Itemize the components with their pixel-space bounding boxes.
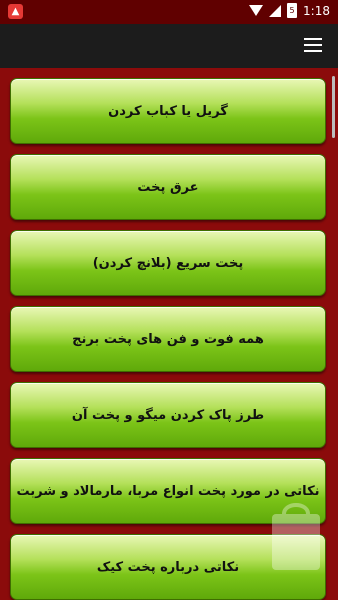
list-item-button[interactable]: همه فوت و فن های پخت برنج — [10, 306, 326, 372]
list-item-label: گریل یا کباب کردن — [108, 103, 228, 119]
app-bar — [0, 24, 338, 68]
scrollbar-thumb[interactable] — [332, 76, 335, 138]
list-item-button[interactable]: پخت سریع (بلانچ کردن) — [10, 230, 326, 296]
content-list-area[interactable]: گریل یا کباب کردن عرق پخت پخت سریع (بلان… — [0, 68, 338, 600]
battery-icon: 5 — [287, 3, 298, 18]
list-item-label: همه فوت و فن های پخت برنج — [72, 331, 264, 347]
store-logo-watermark-icon — [272, 503, 320, 570]
battery-level: 5 — [289, 6, 295, 15]
clock: 1:18 — [303, 3, 330, 18]
list-item-label: پخت سریع (بلانچ کردن) — [92, 255, 244, 271]
cell-signal-icon — [269, 4, 282, 17]
status-left: ▲ — [8, 4, 23, 19]
menu-line — [304, 38, 322, 40]
list-item-label: نکاتی در مورد پخت انواع مربا، مارمالاد و… — [16, 483, 320, 499]
menu-line — [304, 44, 322, 46]
list-item-label: طرز پاک کردن میگو و پخت آن — [71, 407, 265, 423]
status-right: 5 1:18 — [249, 3, 330, 18]
wifi-icon — [249, 5, 264, 16]
list-item-button[interactable]: طرز پاک کردن میگو و پخت آن — [10, 382, 326, 448]
list-item-label: عرق پخت — [137, 179, 199, 195]
status-bar: ▲ 5 1:18 — [0, 0, 338, 24]
menu-line — [304, 50, 322, 52]
list-item-button[interactable]: عرق پخت — [10, 154, 326, 220]
list-item-button[interactable]: گریل یا کباب کردن — [10, 78, 326, 144]
list-item-label: نکاتی درباره پخت کیک — [96, 559, 240, 575]
hamburger-menu-icon[interactable] — [304, 38, 324, 54]
app-notification-icon: ▲ — [8, 4, 23, 19]
